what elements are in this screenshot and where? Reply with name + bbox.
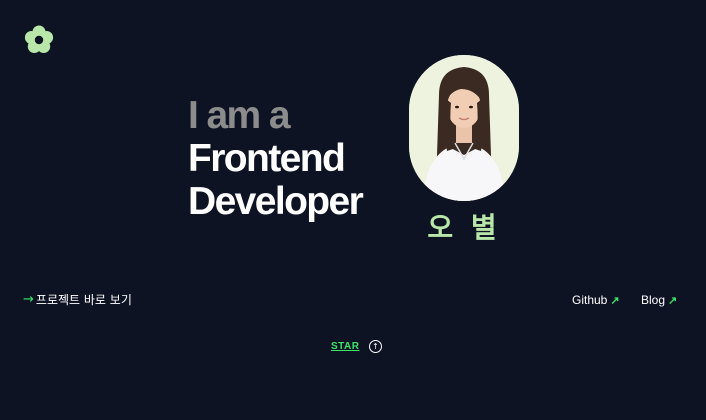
blog-link[interactable]: Blog ↗: [641, 293, 677, 307]
page: I am a Frontend Developer 오 별 → 프로젝트 바로 …: [0, 0, 706, 420]
projects-link[interactable]: → 프로젝트 바로 보기: [23, 291, 132, 308]
profile-name: 오 별: [427, 211, 501, 244]
arrow-up-circle-icon[interactable]: ↑: [369, 340, 382, 353]
external-arrow-icon: ↗: [610, 294, 620, 307]
profile-photo: [409, 55, 519, 201]
hero-line-title: Developer: [188, 180, 364, 223]
blog-link-label: Blog: [641, 293, 666, 307]
hero-line-role: Frontend: [188, 137, 346, 180]
projects-link-label: 프로젝트 바로 보기: [35, 293, 132, 307]
hero-heading: I am a Frontend Developer: [188, 94, 364, 223]
hero-line-intro: I am a: [188, 94, 291, 137]
arrow-right-icon: →: [23, 292, 34, 307]
github-link[interactable]: Github ↗: [572, 293, 620, 307]
star-link[interactable]: STAR: [331, 341, 359, 352]
github-link-label: Github: [572, 293, 608, 307]
external-arrow-icon: ↗: [668, 294, 678, 307]
flower-icon[interactable]: [23, 24, 55, 56]
